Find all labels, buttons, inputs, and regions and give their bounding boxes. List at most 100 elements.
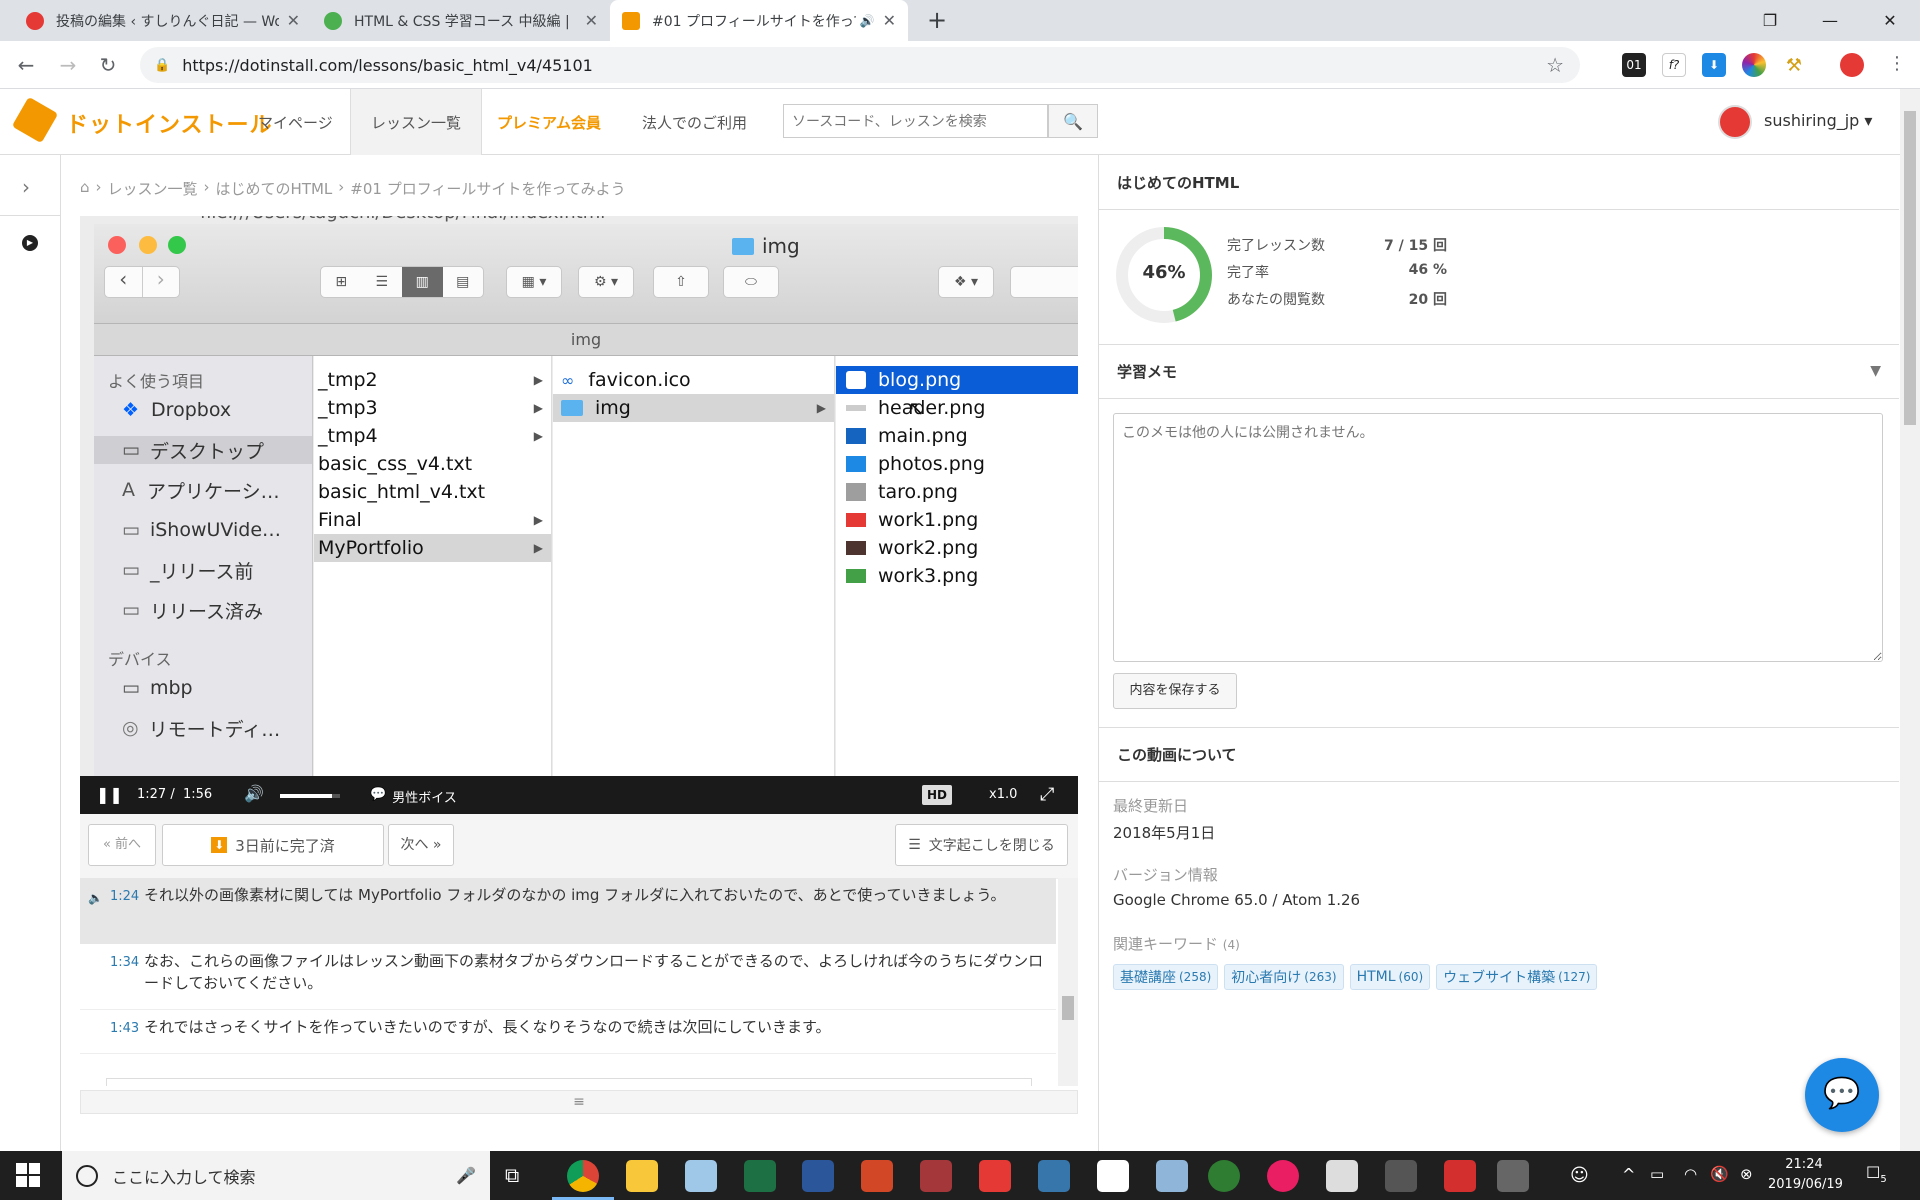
transcript-scrollbar[interactable] (1058, 878, 1078, 1086)
binary-extension-icon[interactable]: 01 (1622, 53, 1646, 77)
reload-button[interactable]: ↻ (92, 49, 124, 81)
address-bar[interactable]: 🔒 https://dotinstall.com/lessons/basic_h… (140, 47, 1580, 83)
transcript-time[interactable]: 1:24 (110, 886, 139, 908)
paint-icon[interactable] (1156, 1160, 1188, 1192)
play-video-icon[interactable]: ▶ (22, 235, 38, 251)
voice-toggle[interactable]: 💬 男性ボイス (370, 787, 457, 806)
close-tab-icon[interactable]: ✕ (585, 11, 598, 30)
volume-slider[interactable] (280, 794, 340, 798)
mail-icon[interactable] (979, 1160, 1011, 1192)
fullscreen-icon[interactable]: ⤢ (1040, 784, 1054, 805)
notifications-icon[interactable]: ☐5 (1866, 1163, 1887, 1185)
completed-button[interactable]: ⬇ 3日前に完了済 (162, 824, 384, 866)
transcript-line[interactable]: 1:43 それではさっそくサイトを作っていきたいのですが、長くなりそうなので続き… (80, 1010, 1056, 1054)
close-tab-icon[interactable]: ✕ (883, 11, 896, 30)
page-scrollbar-thumb[interactable] (1904, 111, 1916, 425)
save-memo-button[interactable]: 内容を保存する (1113, 673, 1237, 709)
search-input[interactable] (783, 104, 1048, 138)
access-icon[interactable] (920, 1160, 952, 1192)
keyword-tag[interactable]: 基礎講座 (258) (1113, 964, 1219, 990)
tray-chevron-icon[interactable]: ^ (1622, 1165, 1635, 1184)
user-menu[interactable]: sushiring_jp ▾ (1764, 111, 1872, 130)
back-button[interactable]: ← (10, 49, 42, 81)
forward-button[interactable]: → (52, 49, 84, 81)
prev-lesson-button[interactable]: « 前へ (88, 824, 156, 866)
hammer-extension-icon[interactable]: ⚒ (1782, 53, 1806, 77)
transcript-line[interactable]: 1:34 なお、これらの画像ファイルはレッスン動画下の素材タブからダウンロードす… (80, 944, 1056, 1010)
taskbar-search-box[interactable]: ここに入力して検索 🎤 (62, 1151, 490, 1200)
python-icon[interactable] (1038, 1160, 1070, 1192)
expand-chevron-icon[interactable]: › (22, 175, 30, 199)
battery-icon[interactable]: ▭ (1650, 1165, 1664, 1183)
nav-lessons[interactable]: レッスン一覧 (350, 89, 483, 155)
memo-header[interactable]: 学習メモ ▼ (1099, 344, 1899, 399)
close-transcript-button[interactable]: ☰ 文字起こしを閉じる (895, 824, 1068, 866)
new-tab-button[interactable]: + (922, 6, 952, 36)
keyword-tag[interactable]: 初心者向け (263) (1224, 964, 1344, 990)
memo-textarea[interactable] (1113, 413, 1883, 662)
music-icon[interactable] (1267, 1160, 1299, 1192)
download-extension-icon[interactable]: ⬇ (1702, 53, 1726, 77)
volume-muted-icon[interactable]: 🔇 (1710, 1165, 1729, 1183)
hd-toggle[interactable]: HD (922, 785, 953, 805)
transcript-line-active[interactable]: 🔈 1:24 それ以外の画像素材に関しては MyPortfolio フォルダのな… (80, 878, 1056, 944)
restore-button[interactable]: ❐ (1740, 0, 1800, 41)
store-icon[interactable] (1097, 1160, 1129, 1192)
chevron-down-icon[interactable]: ▼ (1870, 363, 1881, 379)
bookmark-star-icon[interactable]: ☆ (1546, 53, 1564, 77)
microphone-icon[interactable]: 🎤 (456, 1166, 476, 1185)
excel-icon[interactable] (744, 1160, 776, 1192)
clock[interactable]: 21:24 2019/06/19 (1768, 1155, 1843, 1195)
acrobat-icon[interactable] (1444, 1160, 1476, 1192)
resize-handle-icon[interactable]: ≡ (80, 1090, 1078, 1114)
nav-premium[interactable]: プレミアム会員 (477, 89, 621, 155)
nav-mypage[interactable]: マイページ (238, 89, 353, 155)
color-picker-extension-icon[interactable] (1742, 53, 1766, 77)
settings-gear-icon[interactable] (1497, 1160, 1529, 1192)
next-lesson-button[interactable]: 次へ » (388, 824, 454, 866)
wifi-icon[interactable]: ◠ (1684, 1165, 1697, 1183)
cat-app-icon[interactable] (1326, 1160, 1358, 1192)
keyword-tag[interactable]: HTML (60) (1349, 964, 1431, 990)
minimize-button[interactable]: — (1800, 0, 1860, 41)
tab-html-css-course[interactable]: HTML & CSS 学習コース 中級編 | ✕ (312, 0, 610, 41)
dotinstall-logo-icon[interactable] (11, 96, 59, 144)
tab-lesson-active[interactable]: #01 プロフィールサイトを作ってみ 🔊 ✕ (610, 0, 908, 41)
people-icon[interactable]: ☺ (1570, 1165, 1589, 1186)
volume-icon[interactable]: 🔊 (244, 784, 264, 803)
keyword-tag[interactable]: ウェブサイト構築 (127) (1436, 964, 1598, 990)
breadcrumb-lessons[interactable]: レッスン一覧 (108, 178, 198, 199)
breadcrumb-lesson[interactable]: #01 プロフィールサイトを作ってみよう (350, 178, 625, 199)
keyword-tags: 基礎講座 (258) 初心者向け (263) HTML (60) ウェブサイト構築 (1… (1113, 964, 1598, 990)
page-scrollbar[interactable] (1900, 89, 1920, 1151)
powerpoint-icon[interactable] (861, 1160, 893, 1192)
ime-icon[interactable]: ⊗ (1740, 1165, 1753, 1183)
home-icon[interactable]: ⌂ (80, 178, 90, 199)
breadcrumb-course[interactable]: はじめてのHTML (216, 178, 333, 199)
search-button[interactable]: 🔍 (1048, 104, 1098, 138)
scrollbar-thumb[interactable] (1062, 996, 1074, 1020)
xbox-icon[interactable] (1208, 1160, 1240, 1192)
chat-support-button[interactable]: 💬 (1805, 1058, 1879, 1132)
lesson-video[interactable]: file:///Users/taguchi/Desktop/Final/inde… (80, 216, 1078, 776)
file-explorer-icon[interactable] (626, 1160, 658, 1192)
browser-menu-icon[interactable]: ⋮ (1888, 53, 1906, 74)
profile-avatar-icon[interactable] (1840, 53, 1864, 77)
audio-playing-icon[interactable]: 🔊 (860, 14, 875, 28)
chrome-taskbar-icon[interactable] (567, 1160, 599, 1192)
user-avatar[interactable] (1718, 105, 1752, 139)
tab-wordpress[interactable]: 投稿の編集 ‹ すしりんぐ日記 — Wo ✕ (14, 0, 312, 41)
tube-app-icon[interactable] (1385, 1160, 1417, 1192)
task-view-icon[interactable]: ⧉ (505, 1163, 519, 1187)
word-icon[interactable] (802, 1160, 834, 1192)
notepad-icon[interactable] (685, 1160, 717, 1192)
close-window-button[interactable]: ✕ (1860, 0, 1920, 41)
transcript-time[interactable]: 1:34 (110, 952, 139, 974)
close-tab-icon[interactable]: ✕ (287, 11, 300, 30)
transcript-time[interactable]: 1:43 (110, 1018, 139, 1040)
windows-start-icon[interactable] (16, 1163, 40, 1187)
pause-button[interactable]: ❚❚ (96, 785, 123, 804)
font-extension-icon[interactable]: f? (1662, 53, 1686, 77)
nav-business[interactable]: 法人でのご利用 (622, 89, 767, 155)
speed-button[interactable]: x1.0 (989, 787, 1017, 802)
